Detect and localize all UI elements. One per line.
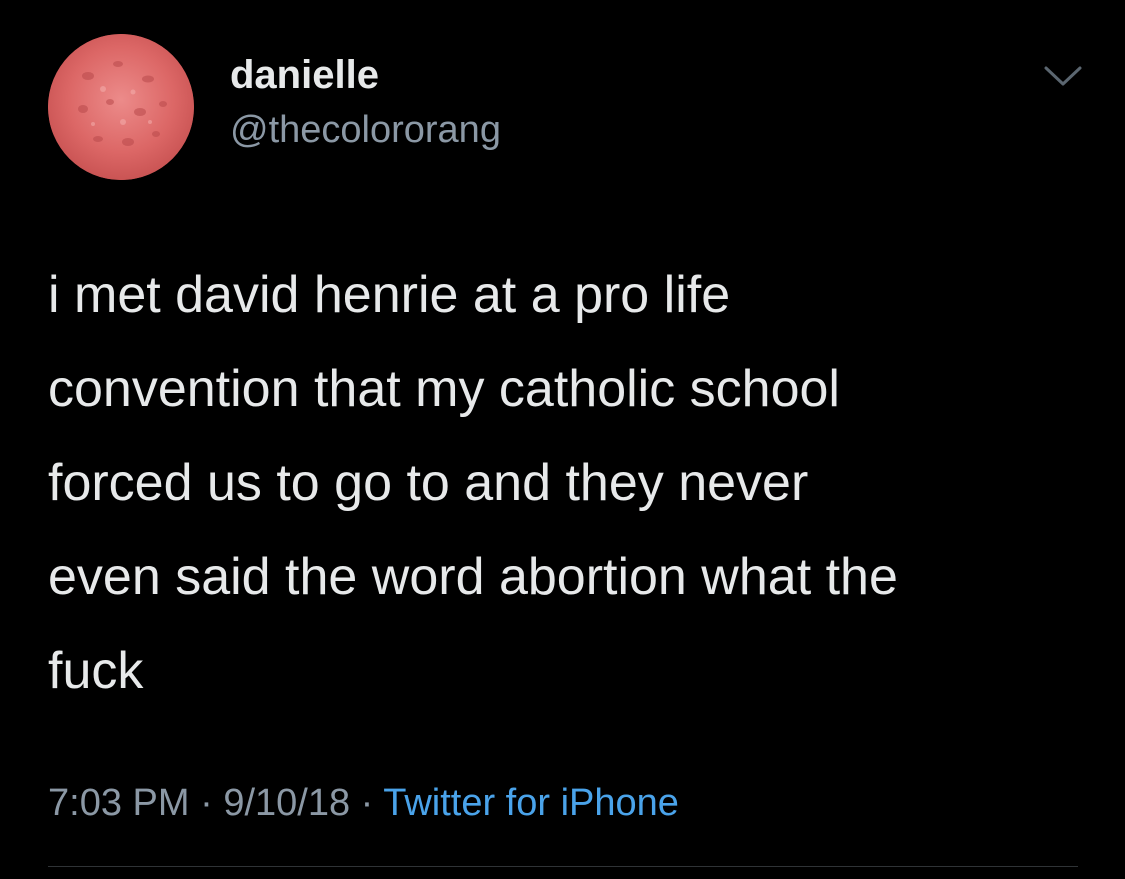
display-name[interactable]: danielle [230, 52, 379, 98]
tweet-source-link[interactable]: Twitter for iPhone [383, 782, 679, 824]
divider [48, 866, 1078, 867]
meta-separator: · [360, 782, 374, 824]
tweet-time[interactable]: 7:03 PM [48, 782, 190, 824]
chevron-down-icon[interactable] [1040, 60, 1086, 92]
watermelon-avatar-icon [48, 34, 194, 180]
tweet-meta: 7:03 PM · 9/10/18 · Twitter for iPhone [48, 778, 679, 828]
meta-separator: · [200, 782, 213, 824]
user-handle[interactable]: @thecolororang [230, 108, 501, 152]
tweet-text: i met david henrie at a pro life convent… [48, 266, 898, 700]
avatar[interactable] [48, 34, 194, 180]
tweet-card: danielle @thecolororang i met david henr… [0, 0, 1125, 879]
tweet-date[interactable]: 9/10/18 [223, 782, 350, 824]
